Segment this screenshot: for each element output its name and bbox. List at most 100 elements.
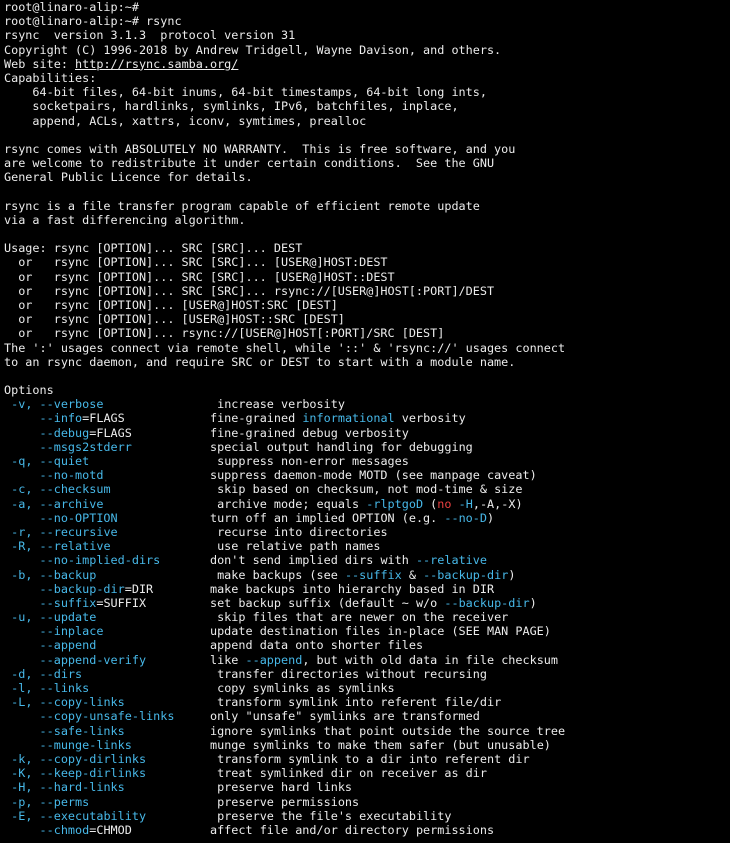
option-flag: -K, --keep-dirlinks [11,766,147,781]
terminal-line: or rsync [OPTION]... rsync://[USER@]HOST… [4,326,730,340]
terminal-line: --no-motd suppress daemon-mode MOTD (see… [4,468,730,482]
terminal-line: --inplace update destination files in-pl… [4,624,730,638]
terminal-line: -L, --copy-links transform symlink into … [4,695,730,709]
terminal-line: or rsync [OPTION]... SRC [SRC]... rsync:… [4,284,730,298]
output-text: to an rsync daemon, and require SRC or D… [4,354,516,369]
terminal-line: -E, --executability preserve the file's … [4,809,730,823]
option-flag: -R, --relative [11,539,111,554]
option-flag: -H, --hard-links [11,780,125,795]
output-text: & [401,567,424,582]
output-text: make backups (see [96,567,345,582]
terminal-line: The ':' usages connect via remote shell,… [4,341,730,355]
output-text: update destination files in-place (SEE M… [103,624,551,639]
output-text: =FLAGS fine-grained [82,411,303,426]
option-flag: -E, --executability [11,808,147,823]
terminal-line: rsync is a file transfer program capable… [4,199,730,213]
output-text: ) [508,567,516,582]
output-text: append data onto shorter files [96,638,424,653]
terminal-line: or rsync [OPTION]... [USER@]HOST::SRC [D… [4,312,730,326]
terminal-line: root@linaro-alip:~# [4,0,730,14]
website-link[interactable]: http://rsync.samba.org/ [75,57,238,71]
output-text: General Public Licence for details. [4,170,253,185]
option-flag: -a, --archive [11,496,104,511]
option-flag: --copy-unsafe-links [39,709,175,724]
output-text: rsync comes with ABSOLUTELY NO WARRANTY.… [4,141,516,156]
option-flag: -c, --checksum [11,482,111,497]
terminal-line: -d, --dirs transfer directories without … [4,667,730,681]
terminal-line: -k, --copy-dirlinks transform symlink to… [4,752,730,766]
output-text: via a fast differencing algorithm. [4,212,246,227]
output-text: or rsync [OPTION]... [USER@]HOST::SRC [D… [4,312,345,327]
option-flag: --append [39,638,97,653]
option-flag: -k, --copy-dirlinks [11,751,147,766]
terminal-line: --chmod=CHMOD affect file and/or directo… [4,823,730,837]
output-text: archive mode; equals [103,496,367,511]
output-text: use relative path names [110,539,381,554]
output-text: =DIR make backups into hierarchy based i… [124,581,495,596]
terminal-line: --info=FLAGS fine-grained informational … [4,411,730,425]
output-text: skip files that are newer on the receive… [96,610,509,625]
option-flag: --relative [415,553,487,568]
output-text: preserve hard links [124,780,353,795]
option-flag: --suffix [39,595,97,610]
output-text: special output handling for debugging [131,439,473,454]
option-flag: --append-verify [39,652,147,667]
terminal-line: are welcome to redistribute it under cer… [4,156,730,170]
output-text: are welcome to redistribute it under cer… [4,156,495,171]
terminal-line: rsync version 3.1.3 protocol version 31 [4,28,730,42]
terminal-line: --munge-links munge symlinks to make the… [4,738,730,752]
terminal-output[interactable]: root@linaro-alip:~# root@linaro-alip:~# r… [0,0,730,843]
output-text: increase verbosity [103,397,345,412]
output-text: rsync is a file transfer program capable… [4,198,480,213]
output-text: munge symlinks to make them safer (but u… [131,737,551,752]
option-flag: -rlptgoD [366,496,424,511]
option-flag: -q, --quiet [11,454,90,468]
output-text: =FLAGS fine-grained debug verbosity [89,425,409,440]
option-flag: --no-D [444,510,487,525]
terminal-line: rsync comes with ABSOLUTELY NO WARRANTY.… [4,142,730,156]
option-flag: --backup-dir [39,581,125,596]
output-text: verbosity [394,411,466,426]
option-flag: --safe-links [39,723,125,738]
output-text: recurse into directories [117,524,388,539]
output-text: treat symlinked dir on receiver as dir [146,766,487,781]
option-flag: --suffix [344,567,402,582]
output-text: append, ACLs, xattrs, iconv, symtimes, p… [4,113,367,128]
option-flag: --munge-links [39,737,132,752]
highlight-text: no [437,496,452,511]
output-text: socketpairs, hardlinks, symlinks, IPv6, … [4,99,459,114]
output-text: suppress non-error messages [89,454,409,468]
terminal-line: --no-implied-dirs don't send implied dir… [4,553,730,567]
output-text: or rsync [OPTION]... SRC [SRC]... [USER@… [4,255,388,270]
output-text: root@linaro-alip:~# [4,0,139,14]
terminal-line: --debug=FLAGS fine-grained debug verbosi… [4,426,730,440]
terminal-line: Options [4,383,730,397]
output-text: transform symlink into referent file/dir [124,695,502,710]
output-text: , but with old data in file checksum [302,652,559,667]
option-flag: -l, --links [11,681,90,695]
terminal-line: -H, --hard-links preserve hard links [4,780,730,794]
output-text: Usage: rsync [OPTION]... SRC [SRC]... DE… [4,241,303,256]
terminal-line: --backup-dir=DIR make backups into hiera… [4,582,730,596]
terminal-line: 64-bit files, 64-bit inums, 64-bit times… [4,85,730,99]
terminal-line: -u, --update skip files that are newer o… [4,610,730,624]
terminal-line: --copy-unsafe-links only "unsafe" symlin… [4,709,730,723]
output-text: Web site: [4,56,76,71]
option-flag: --backup-dir [423,567,509,582]
terminal-line: -R, --relative use relative path names [4,539,730,553]
terminal-line: -l, --links copy symlinks as symlinks [4,681,730,695]
output-text: ,-A,-X) [472,496,523,511]
output-text: or rsync [OPTION]... [USER@]HOST:SRC [DE… [4,297,338,312]
output-text: ) [487,510,495,525]
